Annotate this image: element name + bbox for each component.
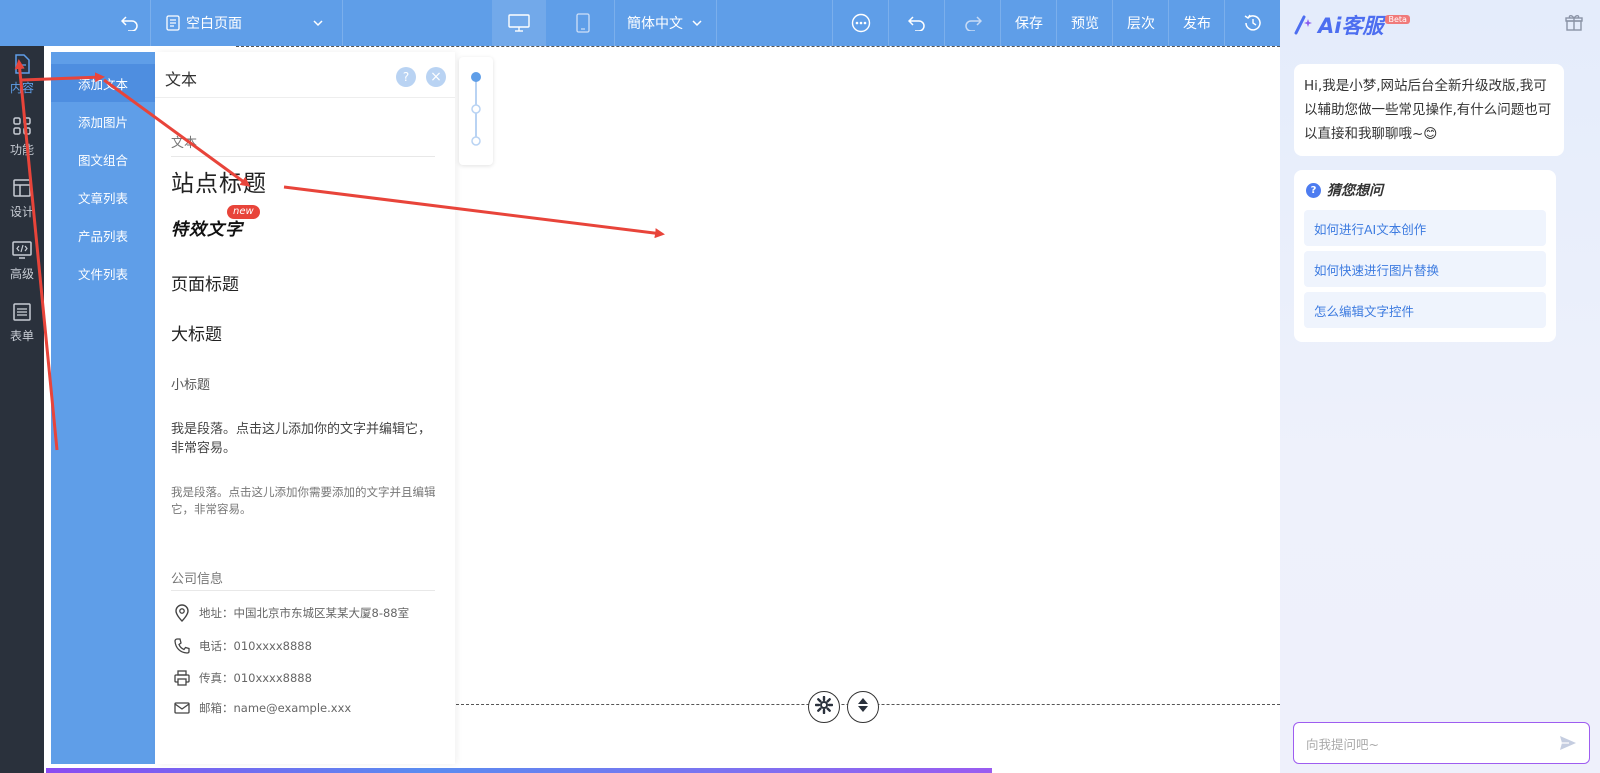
gift-icon[interactable] [1565,14,1583,36]
suggested-questions-card: ? 猜您想问 如何进行AI文本创作 如何快速进行图片替换 怎么编辑文字控件 [1294,170,1556,342]
ai-greeting-bubble: Hi,我是小梦,网站后台全新升级改版,我可以辅助您做一些常见操作,有什么问题也可… [1294,64,1564,156]
question-icon: ? [1306,182,1321,198]
annotation-arrow [14,59,59,451]
beta-badge: Beta [1385,14,1410,24]
ai-logo-text: Ai客服 [1318,14,1384,38]
annotation-arrow [21,72,105,83]
send-icon[interactable] [1559,734,1577,755]
suggested-question[interactable]: 如何快速进行图片替换 [1304,251,1546,287]
suggested-question[interactable]: 如何进行AI文本创作 [1304,210,1546,246]
annotation-arrow [103,78,251,187]
ai-assistant-panel: Ai客服 Beta Hi,我是小梦,网站后台全新升级改版,我可以辅助您做一些常见… [1280,0,1600,773]
sparkle-icon [1294,15,1316,35]
input-placeholder: 向我提问吧~ [1306,736,1379,752]
ai-chat-input[interactable]: 向我提问吧~ [1293,722,1590,764]
suggested-question[interactable]: 怎么编辑文字控件 [1304,292,1546,328]
suggested-questions-title: ? 猜您想问 [1306,180,1383,200]
annotation-arrow [283,185,665,239]
ai-logo: Ai客服 Beta [1294,10,1410,40]
guess-title-text: 猜您想问 [1327,183,1383,199]
